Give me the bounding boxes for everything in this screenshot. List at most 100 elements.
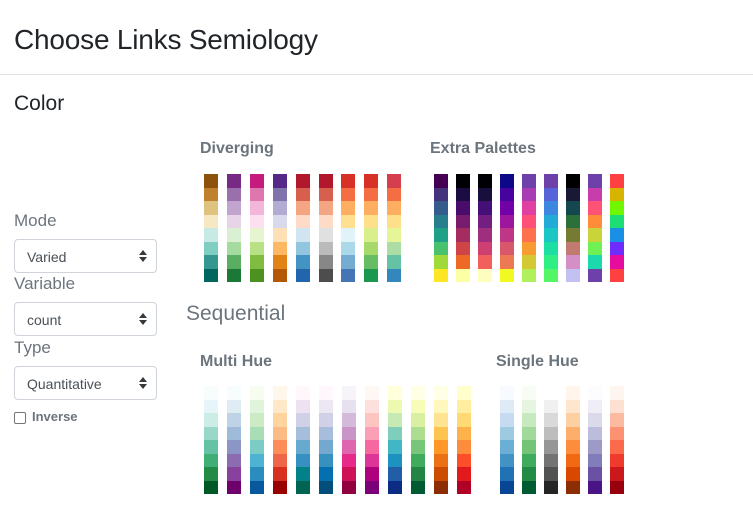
- palette-swatch: [457, 467, 471, 481]
- palette-swatch: [588, 268, 602, 282]
- palette-swatch: [341, 228, 356, 242]
- palette-swatch: [204, 174, 218, 188]
- palette-swatch: [544, 440, 558, 454]
- palette-plasma[interactable]: [500, 174, 514, 282]
- palette-swatch: [500, 241, 514, 255]
- palette-greys[interactable]: [544, 386, 558, 494]
- palette-swatch: [295, 268, 310, 282]
- palette-swatch: [319, 399, 333, 413]
- palette-swatch: [250, 480, 264, 494]
- palette-swatch: [250, 386, 264, 400]
- palette-swatch: [365, 413, 379, 427]
- palette-warm[interactable]: [522, 174, 536, 282]
- mode-select-value: Varied: [27, 249, 67, 265]
- palette-swatch: [387, 268, 402, 282]
- palette-swatch: [434, 201, 448, 215]
- palette-ylorrd[interactable]: [457, 386, 471, 494]
- palette-swatch: [478, 255, 492, 269]
- palette-rdpu[interactable]: [365, 386, 379, 494]
- palette-swatch: [204, 241, 218, 255]
- palette-swatch: [544, 426, 558, 440]
- palette-swatch: [295, 241, 310, 255]
- palette-swatch: [226, 241, 241, 255]
- palette-brbg[interactable]: [204, 174, 218, 282]
- palette-swatch: [342, 399, 356, 413]
- palette-bugn[interactable]: [204, 386, 218, 494]
- palette-swatch: [365, 440, 379, 454]
- palette-rainbow[interactable]: [588, 174, 602, 282]
- palette-ylorbr[interactable]: [434, 386, 448, 494]
- palette-bupu[interactable]: [227, 386, 241, 494]
- palette-swatch: [411, 426, 425, 440]
- palette-rdgy[interactable]: [318, 174, 333, 282]
- palette-swatch: [544, 241, 558, 255]
- palette-swatch: [478, 187, 492, 201]
- palette-swatch: [457, 386, 471, 400]
- palette-swatch: [296, 413, 310, 427]
- palette-orrd[interactable]: [273, 386, 287, 494]
- palette-ylgn[interactable]: [411, 386, 425, 494]
- palette-swatch: [478, 228, 492, 242]
- palette-swatch: [295, 228, 310, 242]
- palette-swatch: [296, 399, 310, 413]
- palette-swatch: [457, 453, 471, 467]
- palette-swatch: [250, 413, 264, 427]
- variable-label: Variable: [14, 274, 76, 293]
- palette-swatch: [295, 255, 310, 269]
- mode-select[interactable]: Varied: [14, 239, 157, 273]
- palette-swatch: [273, 440, 287, 454]
- palette-swatch: [522, 255, 536, 269]
- palette-swatch: [388, 440, 402, 454]
- palette-swatch: [544, 386, 558, 400]
- palette-swatch: [522, 413, 536, 427]
- palette-swatch: [226, 174, 241, 188]
- palette-prgn[interactable]: [226, 174, 241, 282]
- palette-blues[interactable]: [500, 386, 514, 494]
- type-select[interactable]: Quantitative: [14, 366, 157, 400]
- palette-cool[interactable]: [544, 174, 558, 282]
- palette-reds[interactable]: [610, 386, 624, 494]
- palette-swatch: [500, 187, 514, 201]
- palette-swatch: [456, 268, 470, 282]
- palette-swatch: [341, 214, 356, 228]
- palette-pubugn[interactable]: [296, 386, 310, 494]
- palette-sinebow[interactable]: [610, 174, 624, 282]
- inverse-checkbox[interactable]: [14, 412, 26, 424]
- palette-pubu[interactable]: [319, 386, 333, 494]
- palette-swatch: [341, 174, 356, 188]
- palette-rdylgn[interactable]: [364, 174, 379, 282]
- palette-swatch: [411, 453, 425, 467]
- palette-swatch: [588, 386, 602, 400]
- palette-swatch: [341, 201, 356, 215]
- palette-gnbu[interactable]: [250, 386, 264, 494]
- palette-puor[interactable]: [272, 174, 287, 282]
- palette-spectral[interactable]: [387, 174, 402, 282]
- palette-swatch: [566, 201, 580, 215]
- palette-swatch: [588, 480, 602, 494]
- variable-select-value: count: [27, 312, 62, 328]
- palette-rdylbu[interactable]: [341, 174, 356, 282]
- palette-swatch: [227, 440, 241, 454]
- palette-purples[interactable]: [588, 386, 602, 494]
- palette-swatch: [588, 453, 602, 467]
- palette-swatch: [610, 440, 624, 454]
- palette-magma[interactable]: [478, 174, 492, 282]
- palette-oranges[interactable]: [566, 386, 580, 494]
- palette-swatch: [456, 241, 470, 255]
- palette-greens[interactable]: [522, 386, 536, 494]
- palette-swatch: [522, 201, 536, 215]
- palette-swatch: [226, 214, 241, 228]
- variable-select[interactable]: count: [14, 302, 157, 336]
- palette-swatch: [500, 174, 514, 188]
- palette-swatch: [588, 241, 602, 255]
- palette-cubehelix[interactable]: [566, 174, 580, 282]
- palette-swatch: [500, 268, 514, 282]
- palette-piyg[interactable]: [249, 174, 264, 282]
- palette-rdbu[interactable]: [295, 174, 310, 282]
- palette-swatch: [500, 386, 514, 400]
- palette-viridis[interactable]: [434, 174, 448, 282]
- palette-ylgnbu[interactable]: [388, 386, 402, 494]
- palette-purd[interactable]: [342, 386, 356, 494]
- palette-swatch: [250, 440, 264, 454]
- palette-inferno[interactable]: [456, 174, 470, 282]
